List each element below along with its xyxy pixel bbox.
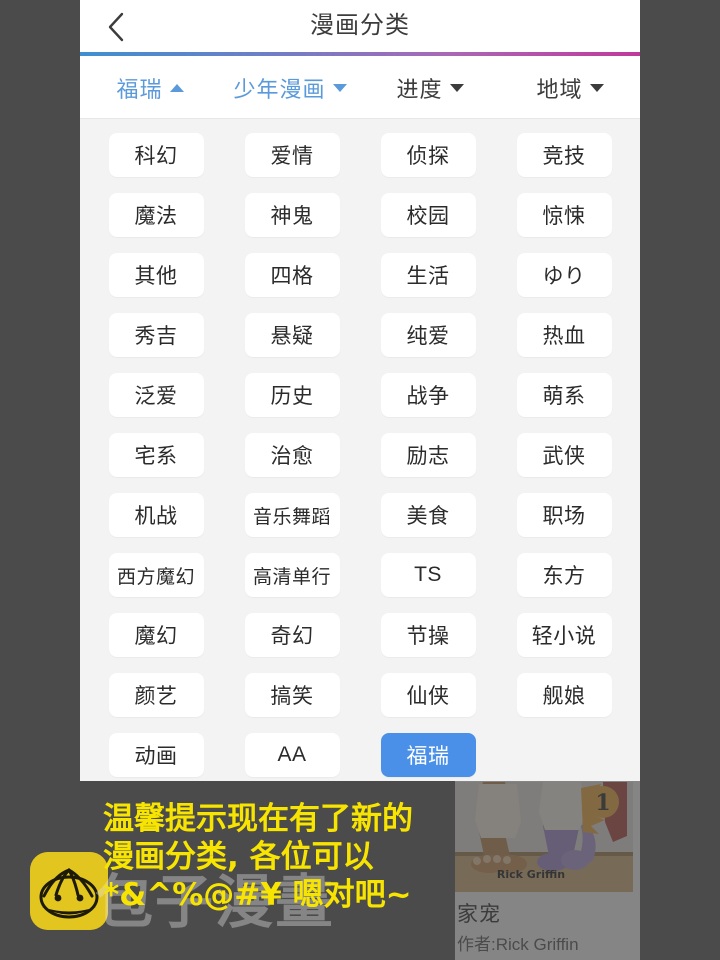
tag-chip[interactable]: 科幻 (108, 133, 204, 177)
tag-chip[interactable]: 职场 (516, 493, 612, 537)
tag-chip[interactable]: 励志 (380, 433, 476, 477)
tag-chip[interactable]: 历史 (244, 373, 340, 417)
tabbar-divider (80, 118, 640, 119)
tag-chip[interactable]: 校园 (380, 193, 476, 237)
filter-tab-genre[interactable]: 福瑞 (80, 56, 220, 119)
subtitle-line-1: 温馨提示现在有了新的 (103, 801, 413, 837)
svg-text:1: 1 (595, 790, 610, 816)
tag-grid-container: 科幻 爱情 侦探 竞技魔法 神鬼 校园 惊悚其他 四格 生活 ゆり秀吉 悬疑 纯爱 热血泛爱 历史 战争 萌系… (80, 119, 640, 781)
tag-chip[interactable]: AA (244, 733, 340, 777)
subtitle-line-3: *&^%@#¥ 嗯对吧~ (103, 877, 412, 913)
tag-chip[interactable]: 魔法 (108, 193, 204, 237)
tag-chip[interactable]: 神鬼 (244, 193, 340, 237)
tag-chip[interactable]: 西方魔幻 (108, 553, 204, 597)
tag-chip[interactable]: 东方 (516, 553, 612, 597)
chevron-down-icon (332, 83, 347, 92)
filter-tab-genre-label: 福瑞 (116, 76, 163, 102)
tag-chip[interactable]: ゆり (516, 253, 612, 297)
tag-chip[interactable]: 机战 (108, 493, 204, 537)
tag-chip[interactable]: 萌系 (516, 373, 612, 417)
tag-chip[interactable]: 搞笑 (244, 673, 340, 717)
tag-chip[interactable]: 秀吉 (108, 313, 204, 357)
subtitle-line-2: 漫画分类, 各位可以 (103, 839, 374, 875)
tag-chip[interactable]: 竞技 (516, 133, 612, 177)
filter-tab-region[interactable]: 地域 (500, 56, 640, 119)
filter-tab-progress[interactable]: 进度 (360, 56, 500, 119)
tag-chip[interactable]: 爱情 (244, 133, 340, 177)
tag-chip[interactable]: 颜艺 (108, 673, 204, 717)
category-panel: 漫画分类 福瑞 少年漫画 进度 地域 科幻 爱情 侦探 竞技魔法 神鬼 校园 惊悚 (80, 0, 640, 781)
tag-chip[interactable]: 福瑞 (380, 733, 476, 777)
tag-chip[interactable]: 其他 (108, 253, 204, 297)
screen-root: 1 Rick Griffin 家宠 作者:Rick Griffin 包子漫畫 温… (0, 0, 720, 960)
tag-chip[interactable]: 侦探 (380, 133, 476, 177)
tag-chip[interactable]: 魔幻 (108, 613, 204, 657)
chevron-up-icon (169, 83, 184, 92)
tag-chip[interactable]: 节操 (380, 613, 476, 657)
tag-chip[interactable]: 奇幻 (244, 613, 340, 657)
tag-chip[interactable]: TS (380, 553, 476, 597)
tag-chip[interactable]: 高清单行 (244, 553, 340, 597)
tag-chip[interactable]: 动画 (108, 733, 204, 777)
tag-chip[interactable]: 热血 (516, 313, 612, 357)
tag-chip[interactable]: 四格 (244, 253, 340, 297)
tag-chip[interactable]: 美食 (380, 493, 476, 537)
filter-tab-audience[interactable]: 少年漫画 (220, 56, 360, 119)
tag-chip[interactable]: 治愈 (244, 433, 340, 477)
tag-grid: 科幻 爱情 侦探 竞技魔法 神鬼 校园 惊悚其他 四格 生活 ゆり秀吉 悬疑 纯爱 热血泛爱 历史 战争 萌系… (80, 129, 640, 777)
filter-tab-audience-label: 少年漫画 (233, 76, 326, 102)
tag-chip[interactable]: 悬疑 (244, 313, 340, 357)
subtitle-overlay: 温馨提示现在有了新的 漫画分类, 各位可以 *&^%@#¥ 嗯对吧~ (103, 800, 523, 914)
chevron-down-icon (589, 83, 604, 92)
tag-chip[interactable]: 泛爱 (108, 373, 204, 417)
tag-chip[interactable]: 战争 (380, 373, 476, 417)
tag-chip[interactable]: 武侠 (516, 433, 612, 477)
tag-chip[interactable]: 惊悚 (516, 193, 612, 237)
app-header: 漫画分类 (80, 0, 640, 52)
chevron-down-icon (449, 83, 464, 92)
tag-chip[interactable]: 音乐舞蹈 (244, 493, 340, 537)
filter-tab-region-label: 地域 (536, 76, 583, 102)
comic-card-author: 作者:Rick Griffin (457, 935, 579, 954)
page-title: 漫画分类 (310, 12, 410, 39)
tag-chip[interactable]: 仙侠 (380, 673, 476, 717)
filter-tab-progress-label: 进度 (396, 76, 443, 102)
filter-tabbar: 福瑞 少年漫画 进度 地域 (80, 56, 640, 119)
tag-chip[interactable]: 舰娘 (516, 673, 612, 717)
tag-chip[interactable]: 生活 (380, 253, 476, 297)
tag-chip[interactable]: 宅系 (108, 433, 204, 477)
tag-chip[interactable]: 轻小说 (516, 613, 612, 657)
tag-chip[interactable]: 纯爱 (380, 313, 476, 357)
